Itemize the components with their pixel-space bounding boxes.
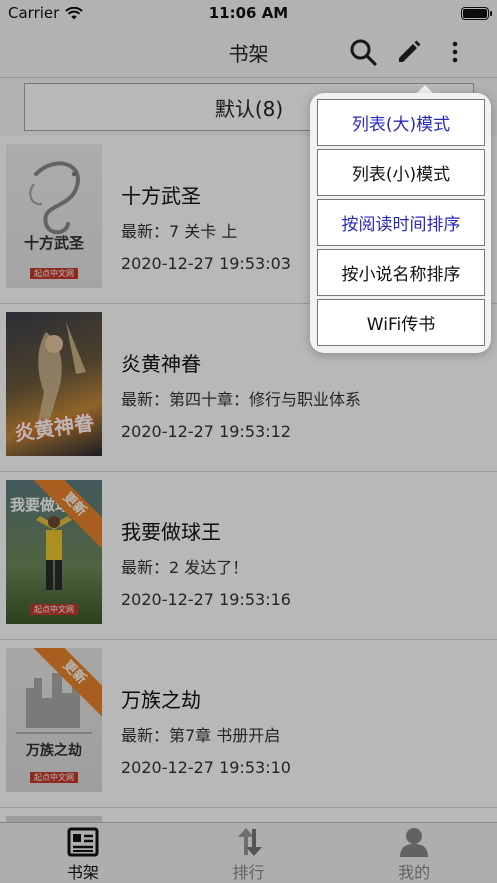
menu-item-list-large[interactable]: 列表(大)模式 [317,99,485,146]
menu-item-sort-by-read-time[interactable]: 按阅读时间排序 [317,199,485,246]
menu-item-sort-by-name[interactable]: 按小说名称排序 [317,249,485,296]
menu-item-wifi-transfer[interactable]: WiFi传书 [317,299,485,346]
menu-item-list-small[interactable]: 列表(小)模式 [317,149,485,196]
popup-menu: 列表(大)模式 列表(小)模式 按阅读时间排序 按小说名称排序 WiFi传书 [310,93,491,353]
